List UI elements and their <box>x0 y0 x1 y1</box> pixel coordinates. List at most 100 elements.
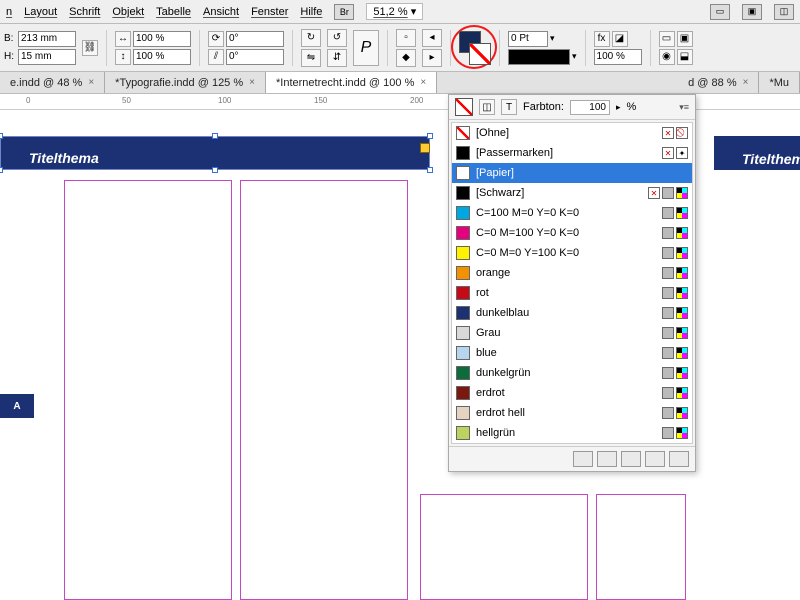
selection-handle[interactable] <box>0 167 3 173</box>
show-gradient-swatches-button[interactable] <box>621 451 641 467</box>
select-content-icon[interactable]: ◆ <box>396 49 416 67</box>
text-format-icon[interactable]: T <box>501 99 517 115</box>
swatch-row[interactable]: [Schwarz]✕ <box>452 183 692 203</box>
flip-v-icon[interactable]: ⇵ <box>327 49 347 67</box>
title-frame-right[interactable]: Titelthema <box>714 136 800 170</box>
swatch-chip <box>456 306 470 320</box>
selection-handle[interactable] <box>0 133 3 139</box>
swatch-row[interactable]: C=100 M=0 Y=0 K=0 <box>452 203 692 223</box>
fill-stroke-toggle[interactable] <box>455 98 473 116</box>
select-container-icon[interactable]: ▫ <box>396 29 416 47</box>
doc-tab[interactable]: *Internetrecht.indd @ 100 %× <box>266 72 437 93</box>
zoom-dropdown[interactable]: 51,2 % ▾ <box>366 3 423 20</box>
menu-item[interactable]: Tabelle <box>156 6 191 18</box>
scale-y-input[interactable] <box>133 49 191 65</box>
text-wrap-none-icon[interactable]: ▭ <box>659 31 675 47</box>
select-prev-icon[interactable]: ◂ <box>422 29 442 47</box>
panel-menu-icon[interactable]: ▾≡ <box>679 102 689 113</box>
close-icon[interactable]: × <box>88 77 94 88</box>
doc-tab[interactable]: *Typografie.indd @ 125 %× <box>105 72 266 93</box>
menu-item[interactable]: Layout <box>24 6 57 18</box>
document-canvas[interactable]: 0 50 100 150 200 Titelthema Titelthema A… <box>0 94 800 600</box>
menu-item[interactable]: Schrift <box>69 6 100 18</box>
delete-swatch-button[interactable] <box>669 451 689 467</box>
spot-process-icon <box>662 307 674 319</box>
scale-x-input[interactable] <box>133 31 191 47</box>
swatch-row[interactable]: hellgrün <box>452 423 692 443</box>
opacity-input[interactable] <box>594 49 642 65</box>
swatch-row[interactable]: orange <box>452 263 692 283</box>
close-icon[interactable]: × <box>420 77 426 88</box>
swatch-row[interactable]: erdrot hell <box>452 403 692 423</box>
menu-item[interactable]: Objekt <box>112 6 144 18</box>
swatch-indicators <box>662 327 688 339</box>
doc-tab[interactable]: e.indd @ 48 %× <box>0 72 105 93</box>
menu-item[interactable]: n <box>6 6 12 18</box>
swatch-row[interactable]: blue <box>452 343 692 363</box>
flip-h-icon[interactable]: ⇋ <box>301 49 321 67</box>
container-format-icon[interactable]: ◫ <box>479 99 495 115</box>
swatch-row[interactable]: rot <box>452 283 692 303</box>
shear-input[interactable] <box>226 49 284 65</box>
swatch-row[interactable]: [Passermarken]✕✦ <box>452 143 692 163</box>
text-outport-icon[interactable] <box>420 143 430 153</box>
title-frame[interactable]: Titelthema <box>0 136 430 170</box>
swatch-row[interactable]: [Papier] <box>452 163 692 183</box>
constrain-icon[interactable]: ⛓ <box>82 40 98 56</box>
height-input[interactable] <box>18 49 76 65</box>
show-all-swatches-button[interactable] <box>573 451 593 467</box>
non-editable-icon: ✕ <box>662 147 674 159</box>
tint-input[interactable] <box>570 100 610 115</box>
swatch-chip <box>456 366 470 380</box>
cmyk-icon <box>676 387 688 399</box>
selection-handle[interactable] <box>427 167 433 173</box>
character-format-icon[interactable]: P <box>353 30 379 66</box>
rotate-input[interactable] <box>226 31 284 47</box>
text-column[interactable] <box>64 180 232 600</box>
cmyk-icon <box>676 347 688 359</box>
stroke-color-swatch[interactable] <box>469 43 491 65</box>
doc-tab[interactable]: *Mu <box>759 72 800 93</box>
swatch-row[interactable]: dunkelgrün <box>452 363 692 383</box>
swatch-row[interactable]: C=0 M=100 Y=0 K=0 <box>452 223 692 243</box>
rotate-ccw-icon[interactable]: ↺ <box>327 29 347 47</box>
text-column[interactable] <box>240 180 408 600</box>
arrange-icon[interactable]: ▣ <box>742 4 762 20</box>
swatch-indicators: ✕ <box>648 187 688 199</box>
swatch-row[interactable]: erdrot <box>452 383 692 403</box>
rotate-cw-icon[interactable]: ↻ <box>301 29 321 47</box>
swatch-row[interactable]: [Ohne]✕⃠ <box>452 123 692 143</box>
text-wrap-shape-icon[interactable]: ◉ <box>659 49 675 65</box>
width-input[interactable] <box>18 31 76 47</box>
stroke-style-dropdown[interactable] <box>508 49 570 65</box>
selection-handle[interactable] <box>212 133 218 139</box>
text-wrap-bbox-icon[interactable]: ▣ <box>677 31 693 47</box>
screen-mode-icon[interactable]: ▭ <box>710 4 730 20</box>
text-wrap-jump-icon[interactable]: ⬓ <box>677 49 693 65</box>
bridge-icon[interactable]: Br <box>334 4 354 20</box>
text-column[interactable] <box>420 494 588 600</box>
swatch-chip <box>456 186 470 200</box>
workspace-icon[interactable]: ◫ <box>774 4 794 20</box>
close-icon[interactable]: × <box>743 77 749 88</box>
spot-process-icon <box>662 287 674 299</box>
select-next-icon[interactable]: ▸ <box>422 49 442 67</box>
menu-item[interactable]: Hilfe <box>300 6 322 18</box>
close-icon[interactable]: × <box>249 77 255 88</box>
swatch-row[interactable]: C=0 M=0 Y=100 K=0 <box>452 243 692 263</box>
new-swatch-button[interactable] <box>645 451 665 467</box>
text-column[interactable] <box>596 494 686 600</box>
menu-item[interactable]: Fenster <box>251 6 288 18</box>
menu-item[interactable]: Ansicht <box>203 6 239 18</box>
show-color-swatches-button[interactable] <box>597 451 617 467</box>
cmyk-icon <box>676 267 688 279</box>
swatch-row[interactable]: Grau <box>452 323 692 343</box>
swatch-row[interactable]: dunkelblau <box>452 303 692 323</box>
fx-icon[interactable]: fx <box>594 31 610 47</box>
doc-tab[interactable]: d @ 88 %× <box>678 72 759 93</box>
selection-handle[interactable] <box>427 133 433 139</box>
cmyk-icon <box>676 327 688 339</box>
stroke-weight-input[interactable] <box>508 31 548 47</box>
selection-handle[interactable] <box>212 167 218 173</box>
drop-shadow-icon[interactable]: ◪ <box>612 31 628 47</box>
